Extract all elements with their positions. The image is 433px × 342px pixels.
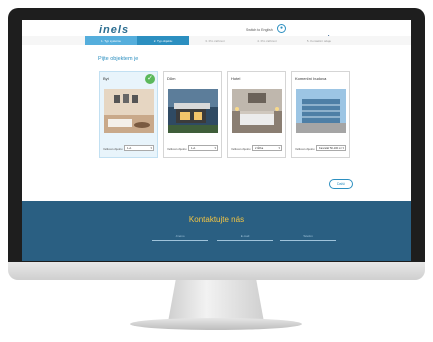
card-title: Komerční budova	[295, 76, 327, 81]
name-field[interactable]: Jméno	[152, 232, 208, 241]
page-heading: Pijte objektem je	[98, 56, 139, 62]
contact-title: Kontaktujte nás	[188, 215, 245, 224]
check-icon: ✓	[145, 74, 155, 84]
card-title: Byt	[103, 76, 109, 81]
contact-footer: Kontaktujte nás Jméno E-mail Telefon	[22, 201, 411, 261]
user-icon[interactable]: ●	[277, 24, 286, 33]
card-title: Dům	[167, 76, 176, 81]
size-label: Velikost objektu	[231, 147, 251, 151]
apartment-photo	[104, 89, 154, 133]
step-2[interactable]: 2. Typ objektu	[137, 36, 189, 45]
monitor-chin	[8, 262, 425, 280]
sk-flag-icon[interactable]	[337, 26, 344, 39]
office-building-photo	[296, 89, 346, 133]
cz-flag-icon[interactable]	[328, 26, 335, 39]
size-select[interactable]: 1+1	[188, 145, 218, 151]
inels-logo[interactable]: inels	[99, 24, 129, 36]
step-4[interactable]: 4. Pro zařízení	[241, 36, 293, 45]
card-hotel[interactable]: Hotel Velikost objektu 2 lůžka	[227, 71, 286, 158]
size-label: Velikost objektu	[167, 147, 187, 151]
step-1[interactable]: 1. Typ systému	[85, 36, 137, 45]
card-dum[interactable]: Dům Velikost objektu 1+1	[163, 71, 222, 158]
size-label: Velikost objektu	[295, 147, 315, 151]
step-5[interactable]: 5. Kontaktní údaje	[293, 36, 345, 45]
language-switch[interactable]: Switch to English	[246, 28, 273, 32]
size-select[interactable]: Kancelář 50-100 m²	[316, 145, 346, 151]
size-label: Velikost objektu	[103, 147, 123, 151]
house-photo	[168, 89, 218, 133]
card-komercni-budova[interactable]: Komerční budova Velikost objektu Kancelá…	[291, 71, 350, 158]
email-field[interactable]: E-mail	[217, 232, 273, 241]
card-byt[interactable]: Byt ✓ Velikost objektu 1+1	[99, 71, 158, 158]
hotel-room-photo	[232, 89, 282, 133]
step-3[interactable]: 3. Pro zařízení	[189, 36, 241, 45]
size-select[interactable]: 2 lůžka	[252, 145, 282, 151]
phone-field[interactable]: Telefon	[280, 232, 336, 241]
monitor-stand-neck	[168, 280, 264, 322]
monitor-frame: inels Switch to English ● 1. Typ systému…	[8, 8, 425, 272]
monitor-stand-base	[130, 318, 302, 330]
card-title: Hotel	[231, 76, 241, 81]
progress-steps: 1. Typ systému 2. Typ objektu 3. Pro zař…	[22, 36, 411, 45]
browser-screen: inels Switch to English ● 1. Typ systému…	[22, 20, 411, 261]
next-button[interactable]: Další	[329, 179, 353, 189]
size-select[interactable]: 1+1	[124, 145, 154, 151]
